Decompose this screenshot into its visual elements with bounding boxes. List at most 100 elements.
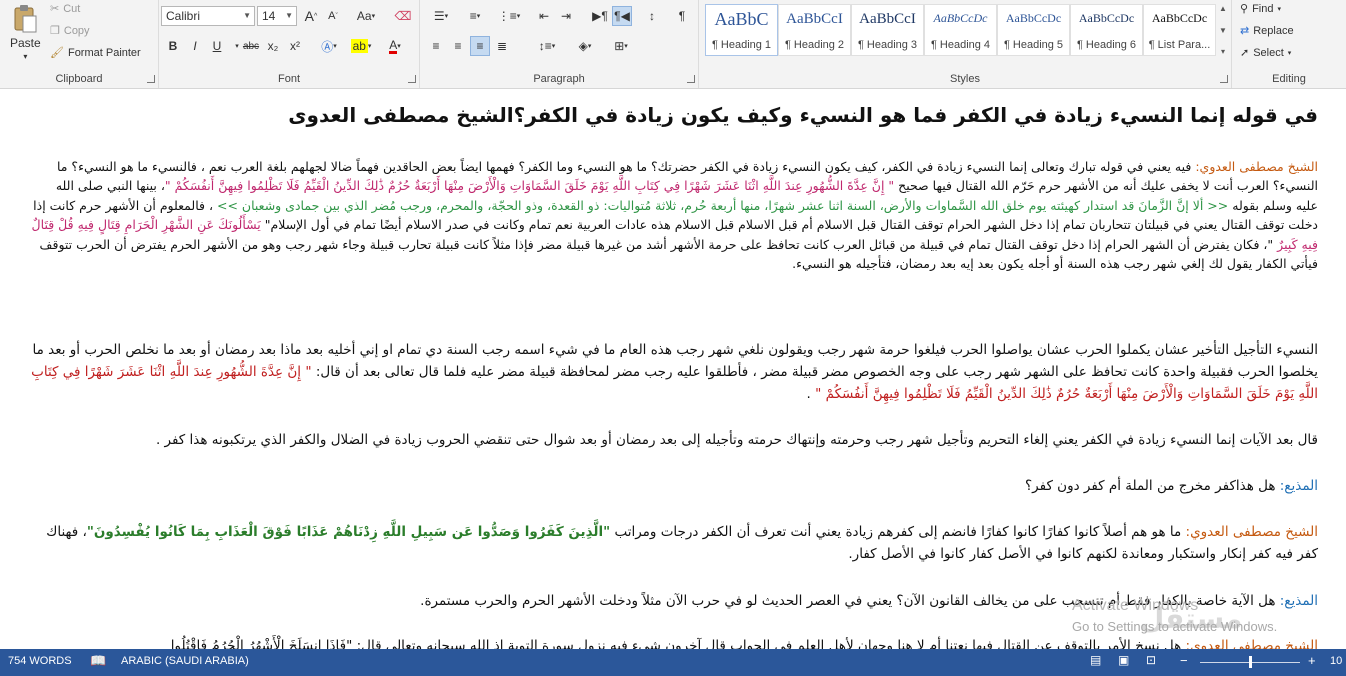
clear-formatting-icon[interactable]: ⌫ (393, 6, 413, 26)
style-name: ¶ Heading 3 (857, 39, 918, 51)
ltr-icon: ▶¶ (592, 9, 608, 23)
document-page[interactable]: في قوله إنما النسيء زيادة في الكفر فما ه… (0, 89, 1346, 649)
proofing-icon[interactable]: 📖 (90, 653, 106, 669)
shading-button[interactable]: ◈ ▾ (570, 36, 600, 56)
strikethrough-button[interactable]: abc (241, 36, 261, 56)
shrink-font-button[interactable]: Aˇ (323, 6, 343, 26)
bold-button[interactable]: B (163, 36, 183, 56)
clipboard-launcher[interactable] (147, 75, 155, 83)
paragraph-3: قال بعد الآيات إنما النسيء زيادة في الكف… (155, 432, 1318, 448)
change-case-button[interactable]: Aa ▾ (351, 6, 381, 26)
underline-label: U (212, 39, 222, 53)
language-indicator[interactable]: ARABIC (SAUDI ARABIA) (121, 655, 249, 667)
paragraph-launcher[interactable] (687, 75, 695, 83)
font-size-select[interactable]: 14 ▼ (257, 6, 297, 26)
superscript-button[interactable]: x² (285, 36, 305, 56)
underline-button[interactable]: U (207, 36, 227, 56)
outdent-icon: ⇤ (538, 9, 550, 23)
quran-quote: " إِنَّ عِدَّةَ الشُّهُورِ عِندَ اللَّهِ… (164, 178, 895, 194)
style-heading-6[interactable]: AaBbCcDc ¶ Heading 6 (1070, 4, 1143, 56)
zoom-slider-thumb[interactable] (1249, 656, 1252, 668)
select-button[interactable]: ➚ Select ▾ (1240, 46, 1292, 60)
clipboard-group: Paste ▾ ✂ Cut ❐ Copy 🖌 Format Painter Cl… (0, 0, 159, 88)
style-sample: AaBbCcI (859, 11, 916, 27)
styles-launcher[interactable] (1220, 75, 1228, 83)
zoom-in-icon[interactable]: + (1308, 653, 1316, 668)
ribbon: Paste ▾ ✂ Cut ❐ Copy 🖌 Format Painter Cl… (0, 0, 1346, 89)
paste-button[interactable]: Paste ▾ (10, 4, 41, 61)
borders-button[interactable]: ⊞ ▾ (606, 36, 636, 56)
chevron-down-icon: ▾ (1277, 5, 1281, 13)
print-layout-icon[interactable]: ▣ (1118, 653, 1129, 667)
cut-button[interactable]: ✂ Cut (50, 2, 80, 16)
decrease-indent-button[interactable]: ⇤ (534, 6, 554, 26)
style-list-paragraph[interactable]: AaBbCcDc ¶ List Para... (1143, 4, 1216, 56)
style-heading-4[interactable]: AaBbCcDc ¶ Heading 4 (924, 4, 997, 56)
zoom-level[interactable]: 10 (1330, 655, 1342, 667)
replace-button[interactable]: ⇄ Replace (1240, 24, 1294, 38)
activate-windows-subtitle: Go to Settings to activate Windows. (1072, 619, 1278, 634)
font-name-select[interactable]: Calibri ▼ (161, 6, 255, 26)
paragraph-text: هل هذاكفر مخرج من الملة أم كفر دون كفر؟ (1025, 478, 1280, 494)
paragraph-7: الشيخ مصطفى العدوي: هل نسخ الأمر بالتوقف… (30, 635, 1318, 649)
numbered-list-icon: ≡ (469, 9, 477, 23)
web-layout-icon[interactable]: ⊡ (1146, 653, 1156, 667)
style-heading-5[interactable]: AaBbCcDc ¶ Heading 5 (997, 4, 1070, 56)
speaker-label: المذيع: (1279, 593, 1318, 609)
paragraph-text: "، فكان يفترض أن الشهر الحرام إذا دخل تو… (39, 236, 1318, 272)
style-heading-1[interactable]: AaBbC ¶ Heading 1 (705, 4, 778, 56)
font-color-button[interactable]: A ▾ (381, 36, 409, 56)
highlight-button[interactable]: ab ▾ (347, 36, 375, 56)
strikethrough-label: abc (242, 40, 260, 52)
editing-group: ⚲ Find ▾ ⇄ Replace ➚ Select ▾ Editing (1232, 0, 1346, 88)
grow-font-button[interactable]: A ^ (301, 6, 321, 26)
format-painter-button[interactable]: 🖌 Format Painter (50, 46, 141, 60)
style-sample: AaBbC (714, 9, 769, 29)
cursor-icon: ➚ (1240, 47, 1250, 59)
align-left-icon: ≡ (432, 39, 440, 53)
styles-scroll[interactable]: ▲ ▼ ▾ (1217, 4, 1229, 56)
paragraph-text: . (806, 386, 816, 402)
select-label: Select (1253, 46, 1284, 59)
chevron-down-icon: ▾ (23, 52, 28, 61)
rtl-direction-button[interactable]: ¶◀ (612, 6, 632, 26)
style-heading-2[interactable]: AaBbCcI ¶ Heading 2 (778, 4, 851, 56)
increase-indent-button[interactable]: ⇥ (556, 6, 576, 26)
text-effects-icon: Ⓐ (321, 39, 334, 54)
copy-label: Copy (63, 24, 90, 37)
show-marks-button[interactable]: ¶ (672, 6, 692, 26)
font-launcher[interactable] (408, 75, 416, 83)
read-mode-icon[interactable]: ▤ (1090, 653, 1101, 667)
copy-icon: ❐ (50, 25, 60, 37)
styles-group: AaBbC ¶ Heading 1 AaBbCcI ¶ Heading 2 Aa… (699, 0, 1232, 88)
align-right-button[interactable]: ≡ (470, 36, 490, 56)
style-name: ¶ Heading 5 (1003, 39, 1064, 51)
zoom-out-icon[interactable]: − (1180, 653, 1188, 668)
format-painter-label: Format Painter (67, 46, 141, 59)
italic-button[interactable]: I (185, 36, 205, 56)
chevron-down-icon: ▼ (243, 11, 251, 20)
text-effects-button[interactable]: Ⓐ ▾ (315, 36, 343, 56)
align-center-button[interactable]: ≡ (448, 36, 468, 56)
chevron-down-icon[interactable]: ▼ (1219, 26, 1227, 35)
chevron-down-icon: ▾ (1287, 49, 1292, 57)
word-count[interactable]: 754 WORDS (8, 655, 72, 667)
style-heading-3[interactable]: AaBbCcI ¶ Heading 3 (851, 4, 924, 56)
paragraph-group-label: Paragraph (533, 73, 585, 85)
paragraph-5: الشيخ مصطفى العدوي: ما هو هم أصلاً كانوا… (30, 521, 1318, 565)
numbering-button[interactable]: ≡ ▾ (460, 6, 490, 26)
align-left-button[interactable]: ≡ (426, 36, 446, 56)
line-spacing-button[interactable]: ↕≡ ▾ (532, 36, 562, 56)
superscript-label: x² (290, 39, 300, 53)
chevron-up-icon[interactable]: ▲ (1219, 4, 1227, 13)
sort-button[interactable]: ↕ (642, 6, 662, 26)
bullets-button[interactable]: ☰ ▾ (426, 6, 456, 26)
find-button[interactable]: ⚲ Find ▾ (1240, 2, 1281, 16)
copy-button[interactable]: ❐ Copy (50, 24, 90, 38)
subscript-button[interactable]: x₂ (263, 36, 283, 56)
multilevel-list-button[interactable]: ⋮≡ ▾ (494, 6, 524, 26)
justify-button[interactable]: ≣ (492, 36, 512, 56)
paragraph-1: الشيخ مصطفى العدوي: فيه يعني في قوله تبا… (30, 157, 1318, 273)
ltr-direction-button[interactable]: ▶¶ (590, 6, 610, 26)
more-styles-icon[interactable]: ▾ (1221, 47, 1225, 56)
